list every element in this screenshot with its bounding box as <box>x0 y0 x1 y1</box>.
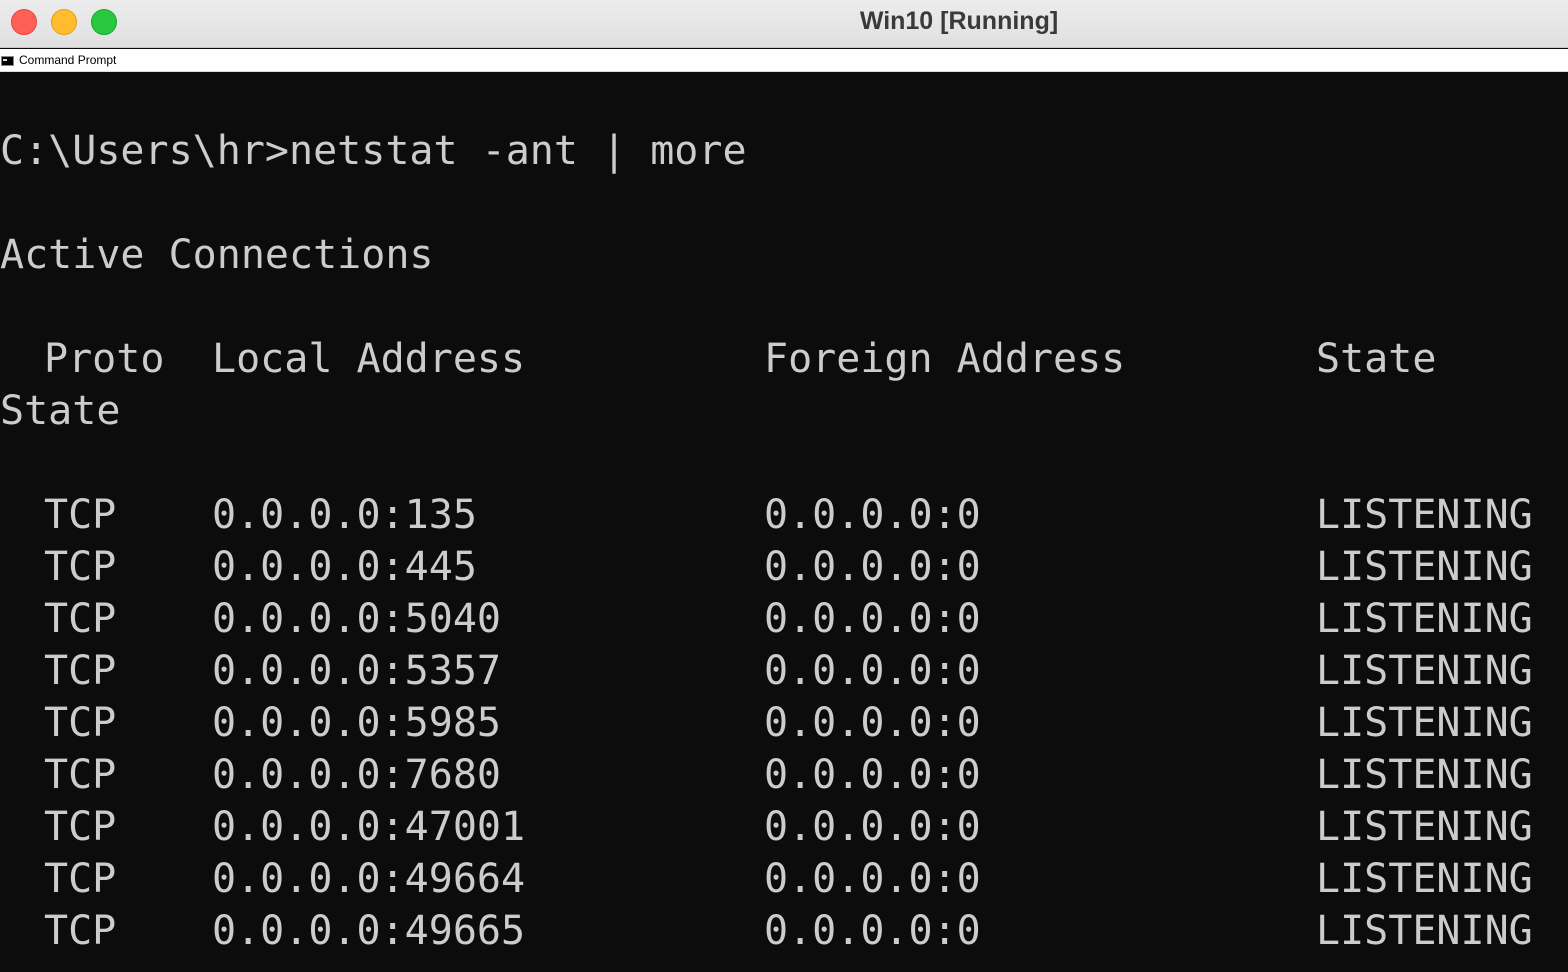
table-row: TCP 0.0.0.0:49665 0.0.0.0:0 LISTENING <box>0 905 1568 957</box>
table-row: TCP 0.0.0.0:7680 0.0.0.0:0 LISTENING <box>0 749 1568 801</box>
console-title: Command Prompt <box>19 53 117 67</box>
table-row: TCP 0.0.0.0:5040 0.0.0.0:0 LISTENING <box>0 593 1568 645</box>
header-state: State <box>1316 336 1437 382</box>
vm-window-titlebar: Win10 [Running] <box>0 0 1568 48</box>
row-state: LISTENING <box>1316 492 1533 538</box>
table-row: TCP 0.0.0.0:47001 0.0.0.0:0 LISTENING <box>0 801 1568 853</box>
table-header: Proto Local Address Foreign Address Stat… <box>0 333 1568 385</box>
console-output-area[interactable]: C:\Users\hr>netstat -ant | more Active C… <box>0 73 1568 972</box>
row-proto: TCP <box>44 596 117 642</box>
row-foreign-address: 0.0.0.0:0 <box>764 492 981 538</box>
row-proto: TCP <box>44 544 117 590</box>
row-local-address: 0.0.0.0:445 <box>212 544 477 590</box>
header-state-wrapped: State <box>0 388 121 434</box>
row-local-address: 0.0.0.0:47001 <box>212 804 526 850</box>
table-row: TCP 0.0.0.0:445 0.0.0.0:0 LISTENING <box>0 541 1568 593</box>
row-local-address: 0.0.0.0:135 <box>212 492 477 538</box>
row-foreign-address: 0.0.0.0:0 <box>764 752 981 798</box>
cmd-icon <box>1 56 14 66</box>
row-proto: TCP <box>44 752 117 798</box>
row-foreign-address: 0.0.0.0:0 <box>764 700 981 746</box>
table-row: TCP 0.0.0.0:5985 0.0.0.0:0 LISTENING <box>0 697 1568 749</box>
row-foreign-address: 0.0.0.0:0 <box>764 908 981 954</box>
row-proto: TCP <box>44 492 117 538</box>
window-title: Win10 [Running] <box>859 7 1059 35</box>
header-local-address: Local Address <box>212 336 526 382</box>
row-foreign-address: 0.0.0.0:0 <box>764 596 981 642</box>
row-state: LISTENING <box>1316 596 1533 642</box>
row-foreign-address: 0.0.0.0:0 <box>764 804 981 850</box>
row-foreign-address: 0.0.0.0:0 <box>764 856 981 902</box>
row-proto: TCP <box>44 700 117 746</box>
row-state: LISTENING <box>1316 804 1533 850</box>
row-proto: TCP <box>44 648 117 694</box>
header-foreign-address: Foreign Address <box>764 336 1126 382</box>
row-local-address: 0.0.0.0:5040 <box>212 596 501 642</box>
row-local-address: 0.0.0.0:7680 <box>212 752 501 798</box>
table-row: TCP 0.0.0.0:49664 0.0.0.0:0 LISTENING <box>0 853 1568 905</box>
command-line: C:\Users\hr>netstat -ant | more <box>0 128 747 174</box>
row-state: LISTENING <box>1316 908 1533 954</box>
row-state: LISTENING <box>1316 700 1533 746</box>
row-local-address: 0.0.0.0:5357 <box>212 648 501 694</box>
active-connections-heading: Active Connections <box>0 232 434 278</box>
row-proto: TCP <box>44 908 117 954</box>
row-local-address: 0.0.0.0:49665 <box>212 908 526 954</box>
row-state: LISTENING <box>1316 856 1533 902</box>
table-row: TCP 0.0.0.0:135 0.0.0.0:0 LISTENING <box>0 489 1568 541</box>
row-foreign-address: 0.0.0.0:0 <box>764 544 981 590</box>
row-foreign-address: 0.0.0.0:0 <box>764 648 981 694</box>
row-state: LISTENING <box>1316 752 1533 798</box>
console-titlebar: Command Prompt <box>0 49 1568 72</box>
row-proto: TCP <box>44 856 117 902</box>
row-proto: TCP <box>44 804 117 850</box>
header-proto: Proto <box>44 336 165 382</box>
table-row: TCP 0.0.0.0:5357 0.0.0.0:0 LISTENING <box>0 645 1568 697</box>
row-state: LISTENING <box>1316 544 1533 590</box>
row-state: LISTENING <box>1316 648 1533 694</box>
row-local-address: 0.0.0.0:5985 <box>212 700 501 746</box>
row-local-address: 0.0.0.0:49664 <box>212 856 526 902</box>
